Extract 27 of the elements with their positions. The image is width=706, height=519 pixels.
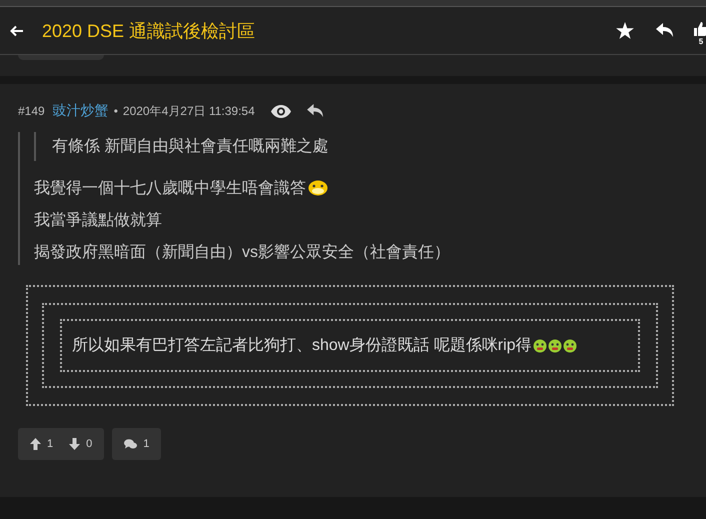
star-icon[interactable] — [616, 22, 634, 39]
sick-face-emoji-icon — [532, 338, 547, 352]
reply-icon[interactable] — [306, 104, 324, 118]
comments-icon — [124, 438, 138, 450]
eye-icon[interactable] — [270, 104, 291, 118]
post-text: 我覺得一個十七八歲嘅中學生唔會識答 — [34, 178, 306, 198]
upvote-count: 1 — [47, 438, 54, 450]
nested-quote-text: 所以如果有巴打答左記者比狗打、show身份證既話 呢題係咪rip得 — [72, 336, 532, 356]
thumbs-up-icon[interactable] — [694, 21, 706, 37]
reply-icon[interactable] — [656, 23, 674, 38]
sick-face-emoji-icon — [548, 338, 562, 352]
back-arrow-icon[interactable] — [10, 24, 24, 36]
down-arrow-icon[interactable] — [69, 438, 80, 450]
replies-button[interactable]: 1 — [112, 428, 162, 460]
thread-title: 2020 DSE 通識試後檢討區 — [42, 20, 256, 42]
quoted-text: 有條係 新聞自由與社會責任嘅兩難之處 — [52, 138, 328, 155]
post-number: #149 — [18, 104, 45, 118]
post-time: 2020年4月27日 11:39:54 — [122, 102, 255, 120]
downvote-count: 0 — [86, 438, 92, 450]
face-emoji-icon — [308, 180, 328, 196]
like-count: 5 — [698, 37, 704, 46]
post-text: 我當爭議點做就算 — [34, 210, 162, 230]
post-text: 揭發政府黑暗面（新聞自由）vs影響公眾安全（社會責任） — [34, 242, 450, 262]
author-link[interactable]: 豉汁炒蟹 — [52, 102, 109, 120]
sick-face-emoji-icon — [562, 338, 577, 352]
up-arrow-icon[interactable] — [30, 438, 41, 450]
separator-dot: • — [114, 104, 118, 118]
